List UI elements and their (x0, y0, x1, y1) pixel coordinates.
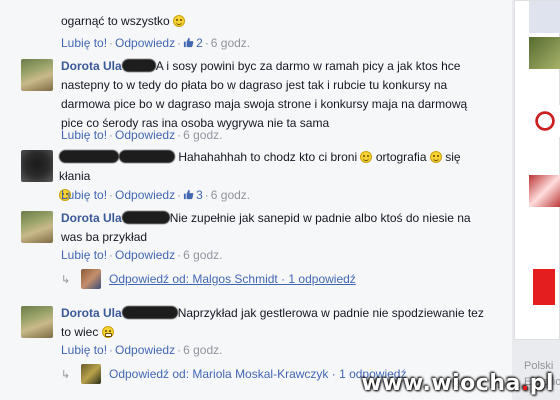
like-link[interactable]: Lubię to! (61, 188, 107, 202)
timestamp[interactable]: 6 godz. (211, 36, 250, 50)
watermark: www.wiocha.pl (361, 371, 554, 396)
reply-link[interactable]: Odpowiedz (115, 188, 175, 202)
timestamp[interactable]: 6 godz. (183, 128, 222, 142)
smile-emoji-icon (360, 151, 373, 163)
sidebar-thumb[interactable] (529, 1, 560, 33)
right-sidebar: Polski Español (514, 0, 560, 400)
view-replies-link[interactable]: Odpowiedź od: Malgos Schmidt · 1 odpowie… (109, 272, 356, 286)
reply-arrow-icon: ↳ (61, 274, 71, 286)
comment-meta: Lubię to! · Odpowiedz · 6 godz. (61, 343, 223, 357)
smile-emoji-icon (429, 151, 442, 163)
grimace-emoji-icon (101, 326, 114, 338)
redacted-author-surname (119, 150, 175, 163)
avatar[interactable] (21, 59, 53, 91)
comment-meta: Lubię to! · Odpowiedz · 6 godz. (61, 128, 223, 142)
reply-avatar (81, 269, 101, 289)
timestamp[interactable]: 6 godz. (183, 343, 222, 357)
redacted-author-name (59, 150, 119, 163)
redacted-name (121, 211, 170, 224)
sidebar-thumb[interactable] (529, 37, 560, 69)
comment-meta: Lubię to! · Odpowiedz · 6 godz. (61, 248, 223, 262)
reply-link[interactable]: Odpowiedz (115, 36, 175, 50)
view-replies-row[interactable]: ↳ Odpowiedź od: Mariola Moskal-Krawczyk ·… (61, 364, 406, 384)
redacted-name (121, 59, 156, 72)
redacted-name (121, 306, 178, 319)
reply-link[interactable]: Odpowiedz (115, 248, 175, 262)
smile-emoji-icon (173, 15, 186, 27)
reply-link[interactable]: Odpowiedz (115, 343, 175, 357)
comment-author[interactable]: Dorota Ula (61, 59, 122, 73)
comments-feed: ogarnąć to wszystko Lubię to! · Odpowiedz ·… (0, 0, 512, 400)
like-link[interactable]: Lubię to! (61, 343, 107, 357)
comment-text: Dorota Ula Naprzykład jak gestlerowa w pa… (61, 306, 484, 339)
like-link[interactable]: Lubię to! (61, 128, 107, 142)
like-link[interactable]: Lubię to! (61, 248, 107, 262)
reply-link[interactable]: Odpowiedz (115, 128, 175, 142)
comment-meta: Lubię to! · Odpowiedz · 2 · 6 godz. (61, 36, 251, 50)
thumbs-up-icon (184, 189, 194, 200)
sidebar-thumb[interactable] (529, 175, 560, 207)
timestamp[interactable]: 6 godz. (183, 248, 222, 262)
like-count[interactable]: 2 (196, 36, 203, 50)
avatar[interactable] (21, 211, 53, 243)
comment-author[interactable]: Dorota Ula (61, 306, 122, 320)
reply-avatar (81, 364, 101, 384)
sidebar-thumb[interactable] (533, 269, 555, 305)
reply-arrow-icon: ↳ (61, 369, 71, 381)
comment-meta: Lubię to! · Odpowiedz · 3 · 6 godz. (61, 188, 251, 202)
like-link[interactable]: Lubię to! (61, 36, 107, 50)
avatar[interactable] (21, 150, 53, 182)
comment-author[interactable]: Dorota Ula (61, 211, 122, 225)
no-sign-thumb[interactable] (529, 105, 560, 137)
comment-text: Dorota Ula A i sosy powini byc za darmo w… (61, 59, 468, 130)
sidebar-card (514, 0, 560, 340)
view-replies-row[interactable]: ↳ Odpowiedź od: Malgos Schmidt · 1 odpowi… (61, 269, 356, 289)
thumbs-up-icon (184, 37, 194, 48)
comment-text: ogarnąć to wszystko (61, 12, 492, 31)
timestamp[interactable]: 6 godz. (211, 188, 250, 202)
like-count[interactable]: 3 (196, 188, 203, 202)
avatar[interactable] (21, 306, 53, 338)
comment-text: Dorota Ula Nie zupełnie jak sanepid w pad… (61, 211, 471, 244)
